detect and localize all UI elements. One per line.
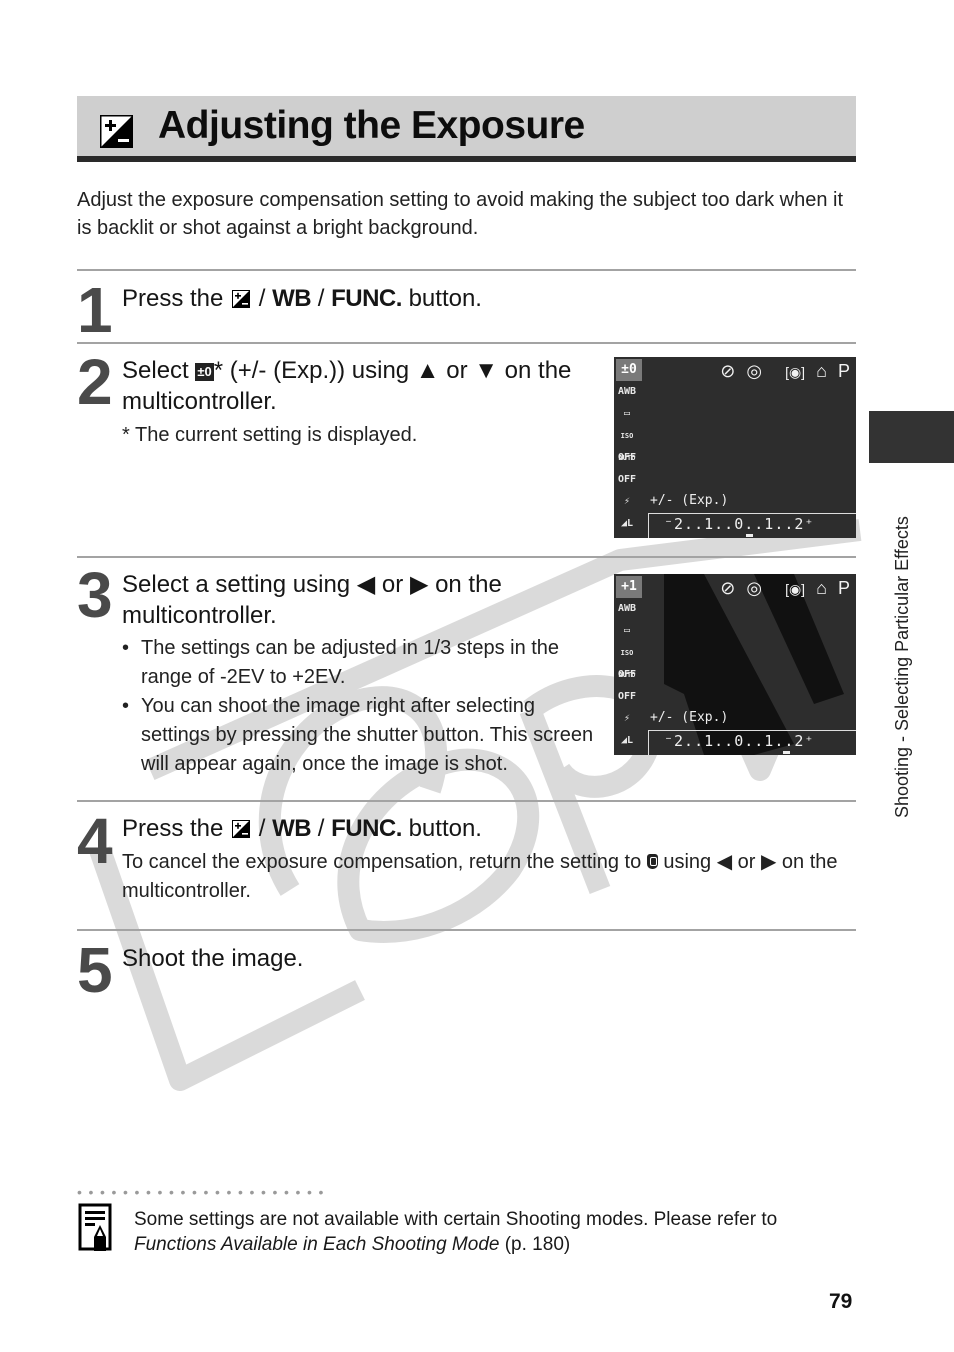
step-number: 4 <box>77 805 113 877</box>
step-4-body: To cancel the exposure compensation, ret… <box>122 848 857 906</box>
exposure-compensation-icon <box>100 115 133 148</box>
step-divider <box>77 269 856 271</box>
step-text: Press the <box>122 285 224 312</box>
note-reference-link[interactable]: Functions Available in Each Shooting Mod… <box>134 1234 499 1255</box>
dotted-separator: •••••••••••••••••••••• <box>77 1184 331 1200</box>
step-divider <box>77 342 856 344</box>
step-4-heading: Press the / WB / FUNC. button. <box>122 813 482 844</box>
zero-setting-icon <box>646 854 658 869</box>
separator: / <box>258 285 266 312</box>
step-text: To cancel the exposure compensation, ret… <box>122 851 642 873</box>
lcd-exp-label: +/- (Exp.) <box>650 493 729 508</box>
lcd-menu-column: +1 AWB ▭ ISO AUTO OFF OFF ⚡ ◢L <box>616 576 642 752</box>
step-text: button. <box>408 285 482 312</box>
step-text: Select <box>122 357 189 384</box>
step-divider <box>77 929 856 931</box>
lcd-drive-icon: ▭ <box>623 408 631 419</box>
exposure-button-icon <box>232 820 251 838</box>
note-page-ref: (p. 180) <box>504 1234 571 1255</box>
lcd-status-icons: ⊘ ◎ [◉] ⌂ P <box>714 361 850 382</box>
lcd-resolution-icon: ◢L <box>620 735 634 746</box>
intro-paragraph: Adjust the exposure compensation setting… <box>77 189 844 239</box>
lcd-current-marker <box>783 751 790 754</box>
flash-off-icon: ⊘ <box>720 578 736 598</box>
lcd-menu-column: ±0 AWB ▭ ISO AUTO OFF OFF ⚡ ◢L <box>616 359 642 535</box>
title-underline <box>77 156 856 162</box>
lcd-flash-adjust-icon: ⚡ <box>623 713 631 724</box>
wb-label: WB <box>272 815 312 842</box>
lcd-screen-exposure-plus1: +1 AWB ▭ ISO AUTO OFF OFF ⚡ ◢L ⊘ ◎ [◉] ⌂… <box>614 574 856 755</box>
exp-menu-icon: ±0 <box>195 363 214 381</box>
step-2-footnote: * The current setting is displayed. <box>122 424 418 446</box>
lcd-flash-adjust-icon: ⚡ <box>623 496 631 507</box>
lcd-exposure-scale: ⁻2..1..0..1..2⁺ <box>664 732 815 750</box>
lcd-drive-icon: ▭ <box>623 625 631 636</box>
step-text: Press the <box>122 815 224 842</box>
lcd-awb-icon: AWB <box>617 386 637 397</box>
lcd-bracket-off-icon: OFF <box>617 474 637 485</box>
lcd-iso-icon: ISO AUTO <box>618 649 636 679</box>
red-eye-icon: ◎ <box>746 361 763 381</box>
page-title: Adjusting the Exposure <box>158 104 585 147</box>
self-timer-icon: ⌂ <box>816 578 827 598</box>
lcd-screen-exposure-0: ±0 AWB ▭ ISO AUTO OFF OFF ⚡ ◢L ⊘ ◎ [◉] ⌂… <box>614 357 856 538</box>
step-number: 2 <box>77 346 113 418</box>
lcd-iso-icon: ISO AUTO <box>618 432 636 462</box>
note-memo-icon <box>78 1203 112 1251</box>
lcd-bracket-off-icon: OFF <box>617 691 637 702</box>
bullet-item: The settings can be adjusted in 1/3 step… <box>122 634 602 692</box>
lcd-effect-off-icon: OFF <box>617 452 637 463</box>
step-number: 3 <box>77 559 113 631</box>
func-label: FUNC. <box>331 285 402 312</box>
separator: / <box>317 285 325 312</box>
lcd-effect-off-icon: OFF <box>617 669 637 680</box>
lcd-exposure-scale: ⁻2..1..0..1..2⁺ <box>664 515 815 533</box>
step-3-heading: Select a setting using ◀ or ▶ on the mul… <box>122 571 502 629</box>
separator: / <box>258 815 266 842</box>
lcd-status-icons: ⊘ ◎ [◉] ⌂ P <box>714 578 850 599</box>
page-number: 79 <box>829 1290 853 1313</box>
step-number: 1 <box>77 274 113 346</box>
step-5-heading: Shoot the image. <box>122 945 304 972</box>
lcd-resolution-icon: ◢L <box>620 518 634 529</box>
lcd-subject-silhouette <box>664 574 844 755</box>
red-eye-icon: ◎ <box>746 578 763 598</box>
program-mode-icon: P <box>837 578 850 598</box>
lcd-selected-exposure: +1 <box>616 576 642 598</box>
step-text: * (+/- (Exp.)) using ▲ or ▼ on the multi… <box>122 357 572 415</box>
copy-watermark <box>89 519 862 1091</box>
step-divider <box>77 556 856 558</box>
step-divider <box>77 800 856 802</box>
step-2-heading: Select ±0* (+/- (Exp.)) using ▲ or ▼ on … <box>122 355 592 417</box>
self-timer-icon: ⌂ <box>816 361 827 381</box>
step-text: button. <box>408 815 482 842</box>
separator: / <box>317 815 325 842</box>
lcd-exp-label: +/- (Exp.) <box>650 710 729 725</box>
wb-label: WB <box>272 285 312 312</box>
step-3-bullets: The settings can be adjusted in 1/3 step… <box>122 634 602 779</box>
lcd-awb-icon: AWB <box>617 603 637 614</box>
metering-icon: [◉] <box>785 364 806 380</box>
section-tab-label: Shooting - Selecting Particular Effects <box>892 516 912 818</box>
section-tab <box>869 411 954 463</box>
func-label: FUNC. <box>331 815 402 842</box>
lcd-selected-exposure: ±0 <box>616 359 642 381</box>
bullet-item: You can shoot the image right after sele… <box>122 692 602 779</box>
metering-icon: [◉] <box>785 581 806 597</box>
program-mode-icon: P <box>837 361 850 381</box>
note-body: Some settings are not available with cer… <box>134 1209 778 1230</box>
note-text: Some settings are not available with cer… <box>134 1207 854 1257</box>
lcd-current-marker <box>746 534 753 537</box>
exposure-button-icon <box>232 290 251 308</box>
flash-off-icon: ⊘ <box>720 361 736 381</box>
step-number: 5 <box>77 934 113 1006</box>
step-1-heading: Press the / WB / FUNC. button. <box>122 283 482 314</box>
